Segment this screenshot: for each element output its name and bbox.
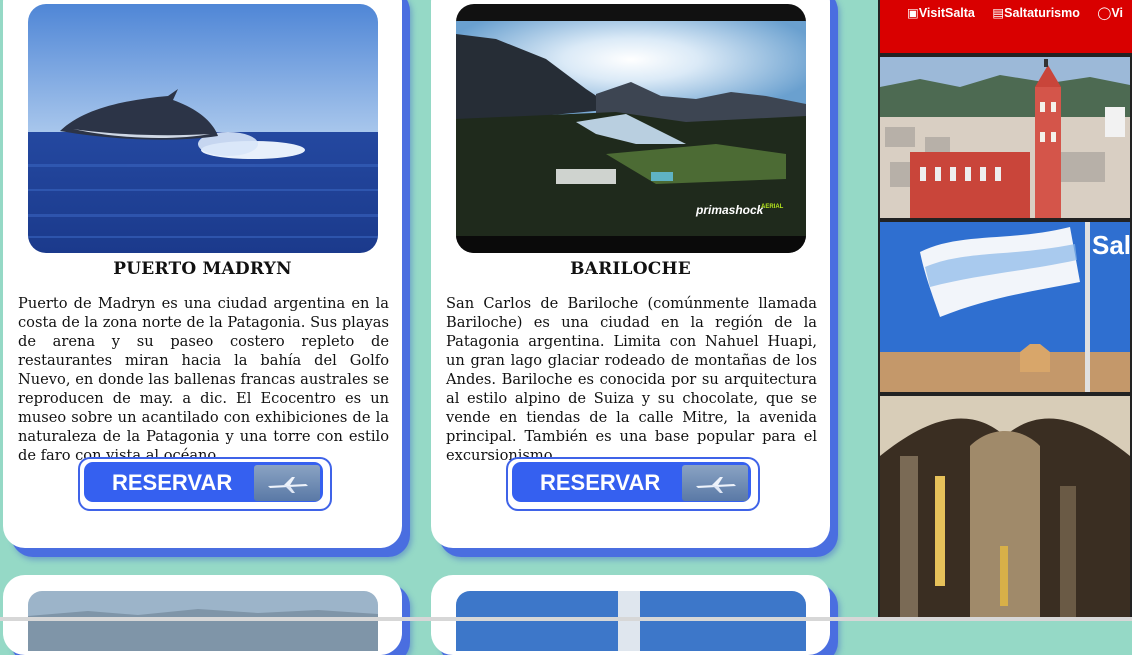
horizontal-scrollbar[interactable] [0, 617, 1132, 621]
sidebar: ▣VisitSalta ▤Saltaturismo ◯Vi Sal [878, 0, 1132, 621]
social-bar: ▣VisitSalta ▤Saltaturismo ◯Vi [880, 0, 1132, 53]
watermark-tag: AERIAL [761, 204, 784, 210]
reservar-button[interactable]: RESERVAR [78, 457, 332, 511]
twitter-link[interactable]: ▤Saltaturismo [992, 6, 1087, 20]
destination-card-partial [3, 575, 402, 655]
airplane-icon [682, 465, 748, 501]
city-description: Puerto de Madryn es una ciudad argentina… [18, 295, 389, 464]
argentina-flag-photo[interactable]: Sal [880, 222, 1130, 392]
destination-card-bariloche: primashock AERIAL BARILOCHE San Carlos d… [431, 0, 830, 548]
watermark-text: primashock [695, 203, 765, 217]
destination-card-partial [431, 575, 830, 655]
city-title: BARILOCHE [570, 259, 691, 279]
city-title: PUERTO MADRYN [113, 259, 292, 279]
destination-photo [28, 591, 378, 651]
puerto-madryn-photo [28, 4, 378, 253]
reservar-button[interactable]: RESERVAR [506, 457, 760, 511]
bariloche-photo: primashock AERIAL [456, 4, 806, 253]
city-description: San Carlos de Bariloche (comúnmente llam… [446, 295, 817, 464]
destination-photo [456, 591, 806, 651]
instagram-link[interactable]: ◯Vi [1097, 6, 1130, 20]
destination-card-puerto-madryn: PUERTO MADRYN Puerto de Madryn es una ci… [3, 0, 402, 548]
overlay-text: Sal [1092, 230, 1130, 260]
reservar-label: RESERVAR [112, 470, 233, 495]
reservar-label: RESERVAR [540, 470, 661, 495]
church-interior-photo[interactable] [880, 396, 1130, 621]
airplane-icon [254, 465, 320, 501]
facebook-link[interactable]: ▣VisitSalta [907, 6, 982, 20]
salta-cathedral-photo[interactable] [880, 57, 1130, 218]
